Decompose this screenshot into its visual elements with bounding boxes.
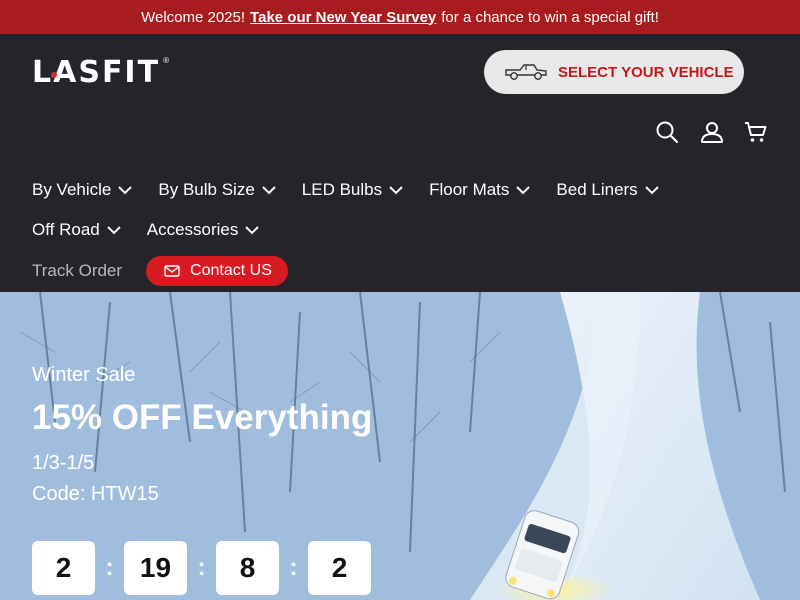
chevron-down-icon	[107, 225, 121, 234]
hero-banner[interactable]: Winter Sale 15% OFF Everything 1/3-1/5 C…	[0, 292, 800, 600]
contact-us-button[interactable]: Contact US	[146, 256, 288, 286]
nav-by-vehicle[interactable]: By Vehicle	[32, 180, 133, 200]
search-button[interactable]	[654, 119, 680, 145]
announcement-bar: Welcome 2025! Take our New Year Survey f…	[0, 0, 800, 34]
chevron-down-icon	[516, 185, 531, 194]
chevron-down-icon	[262, 185, 276, 194]
site-header: LASFIT ® SELECT YOUR VEHICLE By Vehicle …	[0, 34, 800, 292]
announcement-suffix: for a chance to win a special gift!	[441, 8, 659, 26]
nav-by-bulb-size[interactable]: By Bulb Size	[158, 180, 276, 200]
logo[interactable]: LASFIT ®	[32, 56, 169, 88]
nav-led-bulbs[interactable]: LED Bulbs	[302, 180, 403, 200]
nav-accessories[interactable]: Accessories	[147, 220, 260, 240]
survey-link[interactable]: Take our New Year Survey	[250, 9, 436, 26]
chevron-down-icon	[245, 225, 260, 234]
countdown-hours: 19	[124, 541, 187, 595]
nav-label: Off Road	[32, 220, 100, 239]
chevron-down-icon	[118, 185, 133, 194]
nav-label: Floor Mats	[429, 180, 510, 199]
logo-dot-icon	[51, 72, 57, 78]
utility-nav: Track Order Contact US	[32, 256, 288, 286]
account-icon	[701, 122, 723, 143]
search-icon	[656, 121, 679, 144]
select-vehicle-label: SELECT YOUR VEHICLE	[558, 63, 734, 81]
nav-label: Accessories	[146, 220, 239, 239]
countdown-minutes: 8	[216, 541, 279, 595]
main-nav-row-1: By Vehicle By Bulb Size LED Bulbs Floor …	[32, 180, 685, 200]
hero-dates: 1/3-1/5	[32, 452, 95, 474]
countdown-separator: :	[289, 554, 298, 581]
nav-label: Bed Liners	[556, 180, 638, 199]
countdown-separator: :	[197, 554, 206, 581]
nav-floor-mats[interactable]: Floor Mats	[429, 180, 531, 200]
select-vehicle-button[interactable]: SELECT YOUR VEHICLE	[484, 50, 744, 94]
countdown-timer: 2 : 19 : 8 : 2	[32, 541, 371, 595]
hero-headline: 15% OFF Everything	[32, 398, 373, 437]
registered-mark: ®	[163, 56, 169, 65]
main-nav-row-2: Off Road Accessories	[32, 220, 285, 240]
chevron-down-icon	[389, 185, 403, 194]
track-order-link[interactable]: Track Order	[32, 261, 122, 281]
nav-bed-liners[interactable]: Bed Liners	[556, 180, 659, 200]
cart-icon	[745, 122, 767, 142]
countdown-seconds: 2	[308, 541, 371, 595]
nav-off-road[interactable]: Off Road	[32, 220, 121, 240]
announcement-prefix: Welcome 2025!	[141, 8, 246, 26]
chevron-down-icon	[644, 185, 659, 194]
nav-label: By Vehicle	[32, 180, 112, 199]
mail-icon	[164, 265, 180, 277]
countdown-separator: :	[105, 554, 114, 581]
nav-label: LED Bulbs	[301, 180, 383, 199]
pickup-truck-icon	[505, 64, 547, 80]
account-button[interactable]	[699, 119, 725, 145]
cart-button[interactable]	[743, 119, 769, 145]
promo-code: Code: HTW15	[32, 483, 159, 505]
countdown-days: 2	[32, 541, 95, 595]
contact-us-label: Contact US	[190, 262, 272, 279]
nav-label: By Bulb Size	[158, 180, 255, 199]
hero-eyebrow: Winter Sale	[32, 364, 136, 386]
